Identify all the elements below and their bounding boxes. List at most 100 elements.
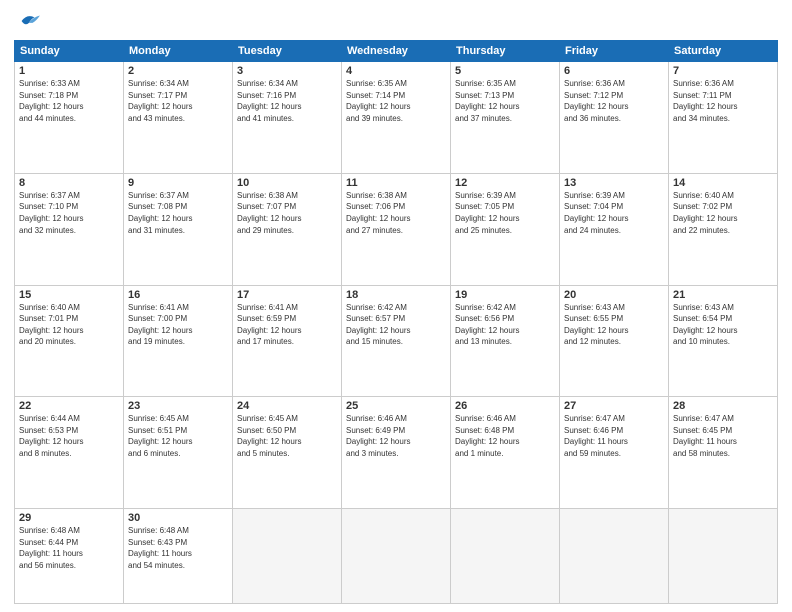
day-cell-24: 24Sunrise: 6:45 AM Sunset: 6:50 PM Dayli… [233, 397, 342, 509]
weekday-header-saturday: Saturday [669, 41, 778, 62]
day-number: 5 [455, 65, 555, 77]
day-info: Sunrise: 6:43 AM Sunset: 6:54 PM Dayligh… [673, 302, 773, 348]
day-info: Sunrise: 6:47 AM Sunset: 6:46 PM Dayligh… [564, 413, 664, 459]
empty-cell [342, 509, 451, 604]
day-number: 25 [346, 400, 446, 412]
day-info: Sunrise: 6:44 AM Sunset: 6:53 PM Dayligh… [19, 413, 119, 459]
day-info: Sunrise: 6:45 AM Sunset: 6:51 PM Dayligh… [128, 413, 228, 459]
day-info: Sunrise: 6:37 AM Sunset: 7:08 PM Dayligh… [128, 190, 228, 236]
page: SundayMondayTuesdayWednesdayThursdayFrid… [0, 0, 792, 612]
day-cell-16: 16Sunrise: 6:41 AM Sunset: 7:00 PM Dayli… [124, 285, 233, 397]
day-info: Sunrise: 6:37 AM Sunset: 7:10 PM Dayligh… [19, 190, 119, 236]
day-number: 13 [564, 177, 664, 189]
day-cell-3: 3Sunrise: 6:34 AM Sunset: 7:16 PM Daylig… [233, 62, 342, 174]
day-number: 18 [346, 289, 446, 301]
day-info: Sunrise: 6:39 AM Sunset: 7:05 PM Dayligh… [455, 190, 555, 236]
day-number: 24 [237, 400, 337, 412]
day-info: Sunrise: 6:42 AM Sunset: 6:57 PM Dayligh… [346, 302, 446, 348]
day-info: Sunrise: 6:35 AM Sunset: 7:13 PM Dayligh… [455, 78, 555, 124]
day-info: Sunrise: 6:34 AM Sunset: 7:16 PM Dayligh… [237, 78, 337, 124]
day-cell-9: 9Sunrise: 6:37 AM Sunset: 7:08 PM Daylig… [124, 173, 233, 285]
weekday-header-monday: Monday [124, 41, 233, 62]
day-cell-14: 14Sunrise: 6:40 AM Sunset: 7:02 PM Dayli… [669, 173, 778, 285]
weekday-header-wednesday: Wednesday [342, 41, 451, 62]
day-number: 12 [455, 177, 555, 189]
day-number: 20 [564, 289, 664, 301]
calendar-week-5: 29Sunrise: 6:48 AM Sunset: 6:44 PM Dayli… [15, 509, 778, 604]
weekday-header-friday: Friday [560, 41, 669, 62]
calendar-week-3: 15Sunrise: 6:40 AM Sunset: 7:01 PM Dayli… [15, 285, 778, 397]
day-number: 16 [128, 289, 228, 301]
day-cell-18: 18Sunrise: 6:42 AM Sunset: 6:57 PM Dayli… [342, 285, 451, 397]
empty-cell [669, 509, 778, 604]
day-number: 1 [19, 65, 119, 77]
day-cell-2: 2Sunrise: 6:34 AM Sunset: 7:17 PM Daylig… [124, 62, 233, 174]
day-number: 23 [128, 400, 228, 412]
calendar-week-4: 22Sunrise: 6:44 AM Sunset: 6:53 PM Dayli… [15, 397, 778, 509]
day-number: 27 [564, 400, 664, 412]
calendar-week-1: 1Sunrise: 6:33 AM Sunset: 7:18 PM Daylig… [15, 62, 778, 174]
day-info: Sunrise: 6:48 AM Sunset: 6:44 PM Dayligh… [19, 525, 119, 571]
day-info: Sunrise: 6:41 AM Sunset: 7:00 PM Dayligh… [128, 302, 228, 348]
logo-icon [14, 10, 42, 32]
day-cell-28: 28Sunrise: 6:47 AM Sunset: 6:45 PM Dayli… [669, 397, 778, 509]
day-number: 21 [673, 289, 773, 301]
day-info: Sunrise: 6:46 AM Sunset: 6:48 PM Dayligh… [455, 413, 555, 459]
day-info: Sunrise: 6:38 AM Sunset: 7:06 PM Dayligh… [346, 190, 446, 236]
weekday-header-sunday: Sunday [15, 41, 124, 62]
day-info: Sunrise: 6:35 AM Sunset: 7:14 PM Dayligh… [346, 78, 446, 124]
day-cell-7: 7Sunrise: 6:36 AM Sunset: 7:11 PM Daylig… [669, 62, 778, 174]
day-info: Sunrise: 6:36 AM Sunset: 7:11 PM Dayligh… [673, 78, 773, 124]
weekday-header-row: SundayMondayTuesdayWednesdayThursdayFrid… [15, 41, 778, 62]
day-info: Sunrise: 6:46 AM Sunset: 6:49 PM Dayligh… [346, 413, 446, 459]
day-cell-21: 21Sunrise: 6:43 AM Sunset: 6:54 PM Dayli… [669, 285, 778, 397]
day-number: 22 [19, 400, 119, 412]
weekday-header-tuesday: Tuesday [233, 41, 342, 62]
day-cell-10: 10Sunrise: 6:38 AM Sunset: 7:07 PM Dayli… [233, 173, 342, 285]
day-number: 15 [19, 289, 119, 301]
day-number: 2 [128, 65, 228, 77]
day-cell-11: 11Sunrise: 6:38 AM Sunset: 7:06 PM Dayli… [342, 173, 451, 285]
day-number: 26 [455, 400, 555, 412]
day-number: 17 [237, 289, 337, 301]
day-number: 19 [455, 289, 555, 301]
empty-cell [451, 509, 560, 604]
day-cell-30: 30Sunrise: 6:48 AM Sunset: 6:43 PM Dayli… [124, 509, 233, 604]
weekday-header-thursday: Thursday [451, 41, 560, 62]
day-cell-8: 8Sunrise: 6:37 AM Sunset: 7:10 PM Daylig… [15, 173, 124, 285]
day-cell-1: 1Sunrise: 6:33 AM Sunset: 7:18 PM Daylig… [15, 62, 124, 174]
day-info: Sunrise: 6:39 AM Sunset: 7:04 PM Dayligh… [564, 190, 664, 236]
day-cell-23: 23Sunrise: 6:45 AM Sunset: 6:51 PM Dayli… [124, 397, 233, 509]
day-info: Sunrise: 6:45 AM Sunset: 6:50 PM Dayligh… [237, 413, 337, 459]
day-number: 4 [346, 65, 446, 77]
day-number: 11 [346, 177, 446, 189]
day-number: 6 [564, 65, 664, 77]
day-number: 14 [673, 177, 773, 189]
day-cell-19: 19Sunrise: 6:42 AM Sunset: 6:56 PM Dayli… [451, 285, 560, 397]
day-info: Sunrise: 6:38 AM Sunset: 7:07 PM Dayligh… [237, 190, 337, 236]
day-number: 9 [128, 177, 228, 189]
day-cell-17: 17Sunrise: 6:41 AM Sunset: 6:59 PM Dayli… [233, 285, 342, 397]
day-number: 7 [673, 65, 773, 77]
day-cell-5: 5Sunrise: 6:35 AM Sunset: 7:13 PM Daylig… [451, 62, 560, 174]
day-cell-20: 20Sunrise: 6:43 AM Sunset: 6:55 PM Dayli… [560, 285, 669, 397]
day-info: Sunrise: 6:43 AM Sunset: 6:55 PM Dayligh… [564, 302, 664, 348]
calendar-table: SundayMondayTuesdayWednesdayThursdayFrid… [14, 40, 778, 604]
day-cell-4: 4Sunrise: 6:35 AM Sunset: 7:14 PM Daylig… [342, 62, 451, 174]
day-cell-13: 13Sunrise: 6:39 AM Sunset: 7:04 PM Dayli… [560, 173, 669, 285]
day-info: Sunrise: 6:41 AM Sunset: 6:59 PM Dayligh… [237, 302, 337, 348]
day-number: 30 [128, 512, 228, 524]
day-info: Sunrise: 6:48 AM Sunset: 6:43 PM Dayligh… [128, 525, 228, 571]
day-info: Sunrise: 6:40 AM Sunset: 7:01 PM Dayligh… [19, 302, 119, 348]
day-cell-25: 25Sunrise: 6:46 AM Sunset: 6:49 PM Dayli… [342, 397, 451, 509]
day-info: Sunrise: 6:36 AM Sunset: 7:12 PM Dayligh… [564, 78, 664, 124]
header [14, 10, 778, 32]
day-info: Sunrise: 6:40 AM Sunset: 7:02 PM Dayligh… [673, 190, 773, 236]
calendar-week-2: 8Sunrise: 6:37 AM Sunset: 7:10 PM Daylig… [15, 173, 778, 285]
day-info: Sunrise: 6:42 AM Sunset: 6:56 PM Dayligh… [455, 302, 555, 348]
day-cell-26: 26Sunrise: 6:46 AM Sunset: 6:48 PM Dayli… [451, 397, 560, 509]
day-cell-27: 27Sunrise: 6:47 AM Sunset: 6:46 PM Dayli… [560, 397, 669, 509]
day-cell-22: 22Sunrise: 6:44 AM Sunset: 6:53 PM Dayli… [15, 397, 124, 509]
day-info: Sunrise: 6:47 AM Sunset: 6:45 PM Dayligh… [673, 413, 773, 459]
day-cell-12: 12Sunrise: 6:39 AM Sunset: 7:05 PM Dayli… [451, 173, 560, 285]
